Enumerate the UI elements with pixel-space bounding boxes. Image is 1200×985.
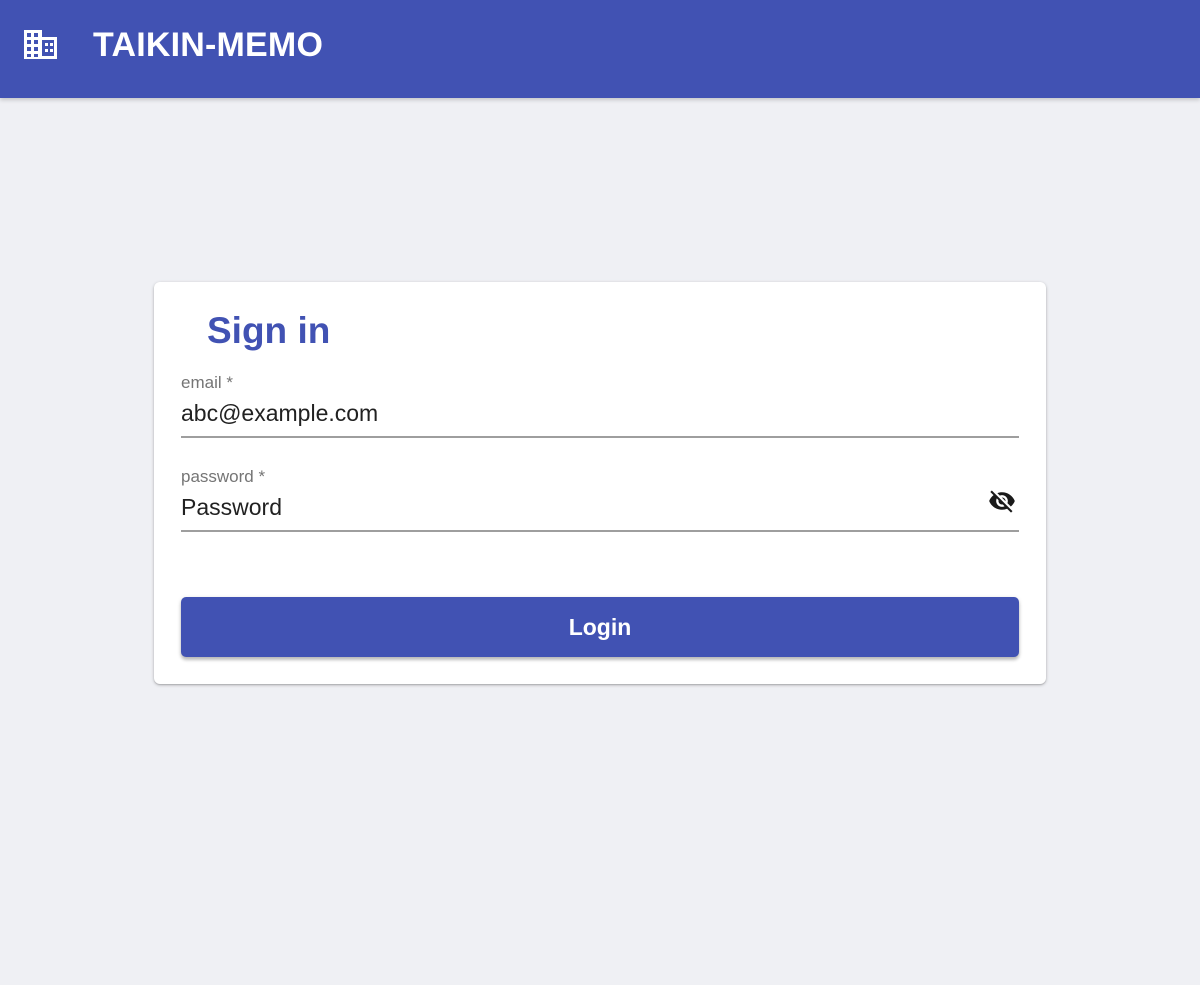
signin-card: Sign in email * password * Login: [154, 282, 1046, 684]
password-underline: [181, 530, 1019, 532]
password-label: password *: [181, 467, 266, 486]
email-input[interactable]: [181, 398, 971, 428]
app-bar: TAIKIN-MEMO: [0, 0, 1200, 98]
visibility-off-icon: [985, 487, 1019, 515]
signin-title: Sign in: [207, 310, 331, 351]
email-underline: [181, 436, 1019, 438]
password-input[interactable]: [181, 492, 971, 522]
toggle-password-visibility-button[interactable]: [984, 483, 1020, 519]
email-field: email *: [181, 373, 1019, 443]
email-label: email *: [181, 373, 233, 392]
app-title: TAIKIN-MEMO: [93, 26, 324, 64]
login-button[interactable]: Login: [181, 597, 1019, 657]
password-field: password *: [181, 467, 1019, 537]
building-icon: [23, 29, 58, 60]
